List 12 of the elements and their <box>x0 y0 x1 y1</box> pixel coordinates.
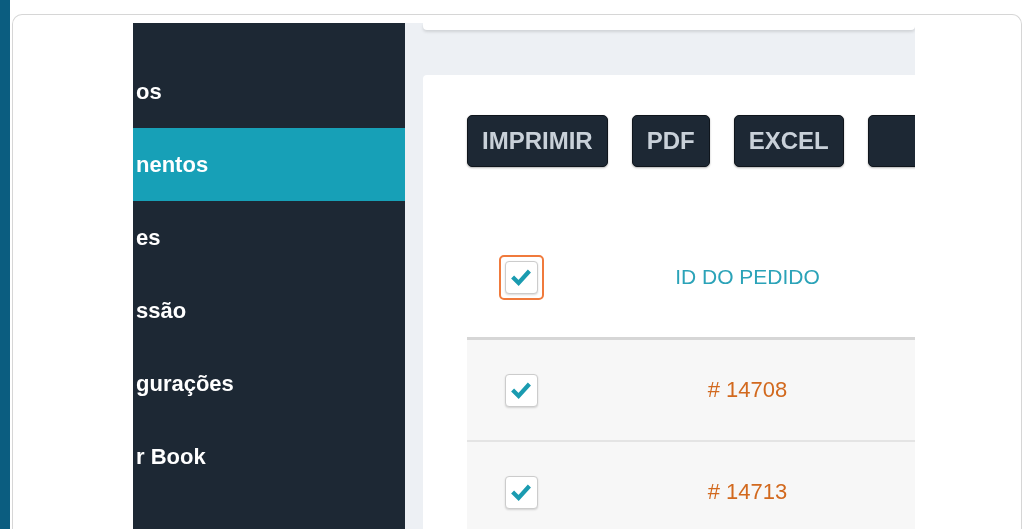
sidebar-item[interactable]: gurações <box>133 347 405 420</box>
checkbox[interactable] <box>504 260 538 294</box>
toolbar-button[interactable] <box>867 115 915 167</box>
toolbar-button[interactable]: PDF <box>631 115 710 167</box>
sidebar-item[interactable]: os <box>133 55 405 128</box>
sidebar-item[interactable]: es <box>133 201 405 274</box>
toolbar-button[interactable]: EXCEL <box>733 115 844 167</box>
checkbox[interactable] <box>504 475 538 509</box>
sidebar-item[interactable]: r Book <box>133 420 405 493</box>
checkbox[interactable] <box>504 373 538 407</box>
sidebar-item[interactable]: ssão <box>133 274 405 347</box>
toolbar-button[interactable]: IMPRIMIR <box>467 115 608 167</box>
